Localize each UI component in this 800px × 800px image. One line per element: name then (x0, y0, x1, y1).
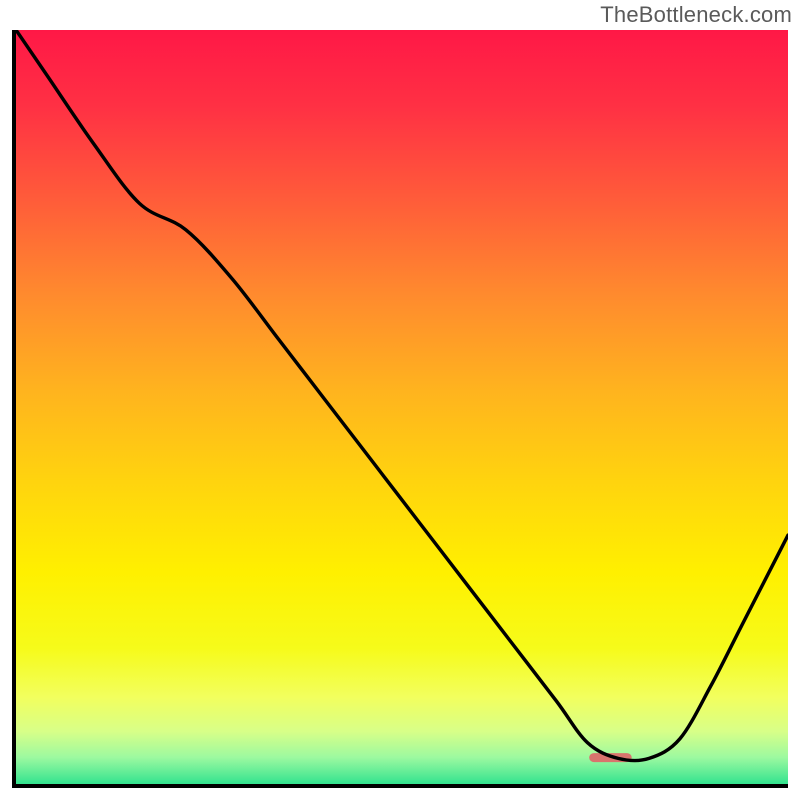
gradient-background (16, 30, 788, 784)
chart-svg (16, 30, 788, 784)
watermark-text: TheBottleneck.com (600, 2, 792, 28)
plot-area (12, 30, 788, 788)
